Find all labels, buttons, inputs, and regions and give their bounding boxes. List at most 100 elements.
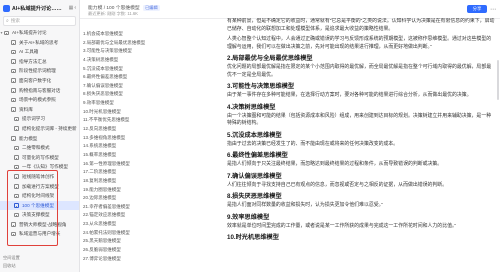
- document-icon: [14, 116, 19, 122]
- toc-item[interactable]: 15.概率思维模型: [83, 151, 203, 160]
- space-settings-link[interactable]: 空间设置: [3, 254, 20, 262]
- sidebar-item[interactable]: 短线随笔体创作: [0, 172, 79, 182]
- sidebar-item-label: 可量化的写作模型: [22, 154, 59, 160]
- toc-item[interactable]: 4.决策树思维模型: [83, 56, 203, 65]
- sidebar-item-label: 阶段性提示词梳理: [19, 68, 56, 74]
- document-icon: [14, 184, 19, 189]
- document-icon: [14, 164, 19, 170]
- sidebar-item[interactable]: 场景中的模式参照: [0, 95, 79, 105]
- toc-item[interactable]: 24.帕累托法则思维模型: [83, 229, 203, 238]
- sidebar-item-label: 资料库: [19, 106, 33, 112]
- sidebar-item[interactable]: ▾ AI+私域提升讨论: [0, 28, 79, 38]
- toc-item[interactable]: 23.从众思维模型: [83, 220, 203, 229]
- share-button[interactable]: 分享: [467, 5, 487, 13]
- toc-item[interactable]: 21.幸存者偏差思维模型: [83, 203, 203, 212]
- sidebar-item[interactable]: 决策支撑模型: [0, 210, 79, 220]
- toc-item[interactable]: 27.博弈论思维模型: [83, 255, 203, 264]
- sidebar-item[interactable]: 关于AI+私域的思考: [0, 38, 79, 48]
- toc-item[interactable]: 7.确认偏误思维模型: [83, 82, 203, 91]
- sidebar-item[interactable]: 一年《认知》写作模型: [0, 162, 79, 172]
- toc-item[interactable]: 17.二阶思维模型: [83, 168, 203, 177]
- sidebar-item[interactable]: 私域运营与用户增长: [0, 229, 79, 239]
- document-icon: [11, 88, 16, 93]
- sidebar-item-label: 决策支撑模型: [22, 212, 50, 218]
- sidebar-item-label: 指导方法汇总: [19, 58, 47, 64]
- toc-item[interactable]: 2.局部最优与全局最优思维模型: [83, 39, 203, 48]
- paragraph: 人们往往倾向于寻找支持自己已有观点的信息，而忽视或否定与之相反的证据，从而做出错…: [227, 182, 448, 188]
- paragraph: 有某种前景，但是不确定它的收益时，通常就有“它总是平衡的”之类的说法。认知科学认…: [227, 19, 495, 32]
- sidebar-nav: ▾ AI+私域提升讨论关于AI+私域的思考 AI 工具箱指导方法汇总阶段性提示词梳理…: [0, 28, 79, 239]
- paragraph: 由一个决策图和可能的结果（包括资源成本和风险）组成，用来创建到达目标的规划。决策…: [227, 113, 492, 127]
- more-icon[interactable]: ⋯: [490, 6, 496, 13]
- sidebar-item[interactable]: 阶段性提示词梳理: [0, 66, 79, 76]
- sidebar-item[interactable]: 加载进行方案模型: [0, 182, 79, 192]
- sidebar-item-label: AI+私域提升讨论: [12, 30, 47, 35]
- search-input[interactable]: ⌕ 搜索: [3, 16, 76, 26]
- sidebar-item[interactable]: 结构化时间线架: [0, 191, 79, 201]
- toc-item[interactable]: 14.系统思维模型: [83, 142, 203, 151]
- toc-item[interactable]: 6.最终性偏差思维模型: [83, 73, 203, 82]
- sidebar-item-label: 购物指南与客服对话: [19, 87, 61, 93]
- sidebar-item-label: 一年《认知》写作模型: [22, 164, 68, 170]
- toc-item[interactable]: 3.可能性与决策思维模型: [83, 47, 203, 56]
- toc-item[interactable]: 16.第一性原理思维模型: [83, 160, 203, 169]
- toc-item[interactable]: 26.反脆弱思维模型: [83, 246, 203, 255]
- sidebar-item[interactable]: 二维零和模式: [0, 143, 79, 153]
- sidebar-item[interactable]: 面向客户数字化: [0, 76, 79, 86]
- sidebar-item[interactable]: 可量化的写作模型: [0, 153, 79, 163]
- section-heading: 9.效率思维模型: [227, 213, 270, 221]
- sidebar-item[interactable]: 资料库: [0, 105, 79, 115]
- toc-item[interactable]: 13.多维视角思维模型: [83, 134, 203, 143]
- section-heading: 4.决策树思维模型: [227, 103, 276, 111]
- sidebar-item-label: 结构化提示词库 - 持续更新: [22, 125, 77, 131]
- toc-item[interactable]: 18.复利思维模型: [83, 177, 203, 186]
- table-of-contents: 1.机会成本思维模型 2.局部最优与全局最优思维模型 3.可能性与决策思维模型 4.决…: [83, 30, 203, 272]
- toc-item[interactable]: 25.黑天鹅思维模型: [83, 237, 203, 246]
- toc-item[interactable]: 20.边际思维模型: [83, 194, 203, 203]
- sidebar-item[interactable]: 营销大师模型-战略视角: [0, 220, 79, 230]
- section-heading: 7.确认偏误思维模型: [227, 172, 282, 180]
- document-icon: [11, 231, 16, 237]
- document-icon: [14, 203, 19, 208]
- sidebar-item[interactable]: 100 个思维模型: [0, 200, 79, 211]
- breadcrumb: 能力模 / 100 个思维模型 已编辑: [88, 4, 160, 11]
- sidebar-item[interactable]: 指导方法汇总: [0, 57, 79, 67]
- sidebar-item[interactable]: 提示词学习: [0, 114, 79, 124]
- toc-item[interactable]: 11.不平衡优先思维模型: [83, 116, 203, 125]
- sidebar-item[interactable]: 购物指南与客服对话: [0, 86, 79, 96]
- document-icon: [11, 107, 16, 112]
- sidebar-item[interactable]: 结构化提示词库 - 持续更新: [0, 124, 79, 134]
- collapse-icon[interactable]: ‹: [74, 5, 76, 11]
- document-icon: [14, 174, 19, 179]
- grid-icon[interactable]: ▦: [69, 5, 74, 11]
- toc-item[interactable]: 9.效率思维模型: [83, 99, 203, 108]
- toc-item[interactable]: 5.沉没成本思维模型: [83, 65, 203, 74]
- toc-item[interactable]: 1.机会成本思维模型: [83, 30, 203, 39]
- document-icon: [11, 68, 16, 74]
- toc-item[interactable]: 12.反向思维模型: [83, 125, 203, 134]
- chevron-down-icon[interactable]: ▾: [1, 28, 3, 38]
- sidebar-item-label: 私域运营与用户增长: [19, 231, 61, 237]
- document-icon: [14, 212, 19, 218]
- search-icon: ⌕: [6, 18, 9, 24]
- sidebar-item-label: 营销大师模型-战略视角: [19, 221, 67, 227]
- sidebar-item[interactable]: AI 工具箱: [0, 47, 79, 57]
- toc-item[interactable]: 19.能力圈思维模型: [83, 186, 203, 195]
- sidebar-item-label: 面向客户数字化: [19, 77, 52, 83]
- section-heading: 2.局部最优与全局最优思维模型: [227, 55, 313, 62]
- sidebar-item-label: AI 工具箱: [19, 49, 39, 55]
- sidebar-item-label: 二维零和模式: [22, 145, 50, 151]
- toc-item[interactable]: 22.锚定效应思维模型: [83, 211, 203, 220]
- sidebar-item-label: 短线随笔体创作: [22, 173, 55, 179]
- paragraph: 指由于过去的决策已经发生了的、而不能由现在或将来的任何决策改变的成本。: [227, 141, 399, 147]
- document-icon: [14, 126, 19, 131]
- toc-item[interactable]: 8.损失厌恶思维模型: [83, 90, 203, 99]
- paragraph: 是指人们面对同样数量的收益和损失时，认为损失更加令他们难以忍受。”: [227, 203, 383, 208]
- scrollbar[interactable]: [497, 60, 499, 100]
- app-title: AI+私域提升讨论……: [12, 5, 62, 12]
- toc-item[interactable]: 10.时光机思维模型: [83, 108, 203, 117]
- trash-link[interactable]: 回收站: [3, 262, 20, 270]
- app-logo-icon: [3, 4, 10, 12]
- sidebar-item-label: 加载进行方案模型: [22, 183, 59, 189]
- sidebar-item[interactable]: 能力模型: [0, 134, 79, 144]
